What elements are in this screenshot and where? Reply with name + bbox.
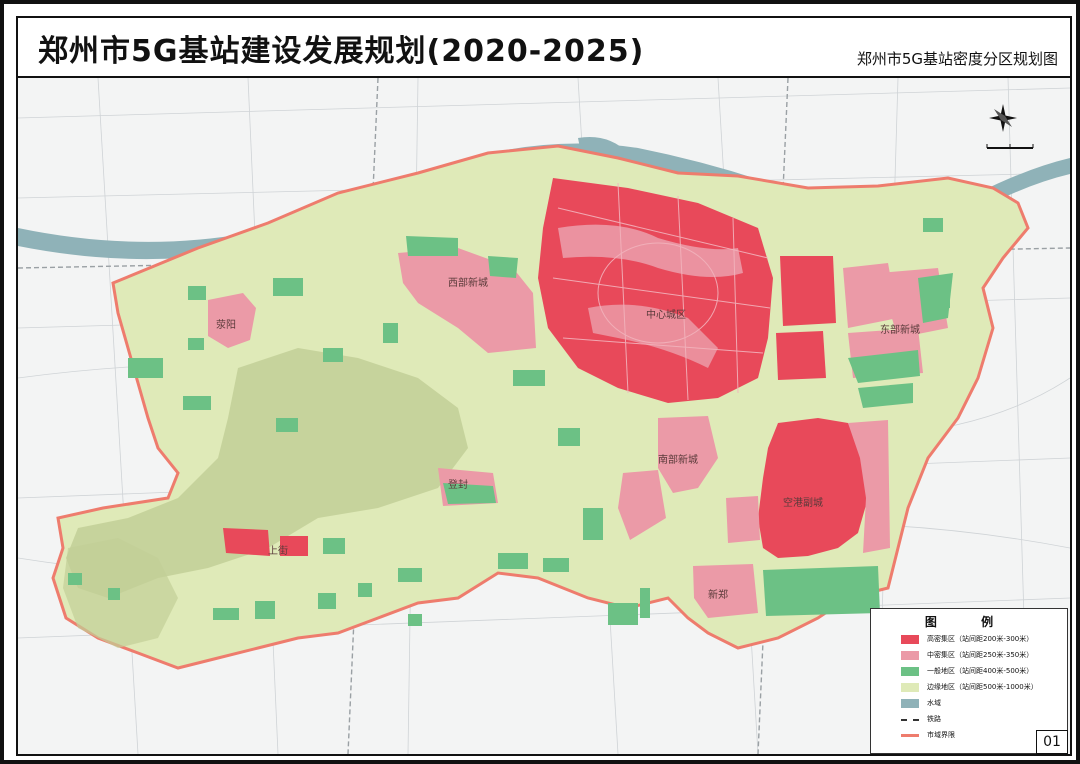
legend-label: 铁路 (927, 715, 941, 723)
label-south-newtown: 南部新城 (658, 453, 698, 466)
airport-mid-south (726, 496, 760, 543)
east-high-block-2 (776, 331, 826, 380)
legend-swatch (901, 699, 919, 708)
label-east-newtown: 东部新城 (880, 323, 920, 336)
legend-swatch (901, 651, 919, 660)
label-center-city: 中心城区 (646, 308, 686, 321)
map-sheet: 郑州市5G基站建设发展规划(2020-2025) 郑州市5G基站密度分区规划图 (16, 16, 1072, 756)
page-number: 01 (1036, 730, 1068, 754)
legend-title: 图 例 (924, 615, 1014, 629)
label-airport: 空港副城 (783, 496, 823, 509)
east-high-block-1 (780, 256, 836, 326)
legend-label: 一般地区（站间距400米-500米） (927, 667, 1034, 675)
main-title: 郑州市5G基站建设发展规划(2020-2025) (38, 34, 645, 69)
label-xinzheng: 新郑 (708, 588, 728, 601)
legend-label: 边缘地区（站间距500米-1000米） (927, 683, 1038, 691)
map-subtitle: 郑州市5G基站密度分区规划图 (856, 50, 1058, 68)
legend-swatch (901, 667, 919, 676)
label-west-town: 登封 (448, 478, 468, 491)
west-newtown-general-1 (406, 236, 458, 256)
map-frame: 郑州市5G基站建设发展规划(2020-2025) 郑州市5G基站密度分区规划图 (0, 0, 1080, 764)
legend-label: 中密集区（站间距250米-350米） (927, 651, 1034, 659)
airport-general-zone (763, 566, 880, 616)
legend-label: 市域界限 (927, 731, 955, 739)
west-newtown-general-2 (488, 256, 518, 278)
legend-swatch (901, 734, 919, 737)
label-shangjie: 上街 (268, 544, 288, 557)
legend-swatch (901, 635, 919, 644)
label-west-newtown: 西部新城 (448, 276, 488, 289)
label-xingyang: 荥阳 (216, 318, 236, 331)
title-bar: 郑州市5G基站建设发展规划(2020-2025) 郑州市5G基站密度分区规划图 (18, 18, 1070, 78)
legend-label: 水域 (927, 699, 941, 707)
legend-label: 高密集区（站间距200米-300米） (927, 635, 1034, 643)
shangjie-mid (223, 528, 270, 556)
legend-swatch (901, 683, 919, 692)
legend-swatch (901, 719, 919, 721)
airport-high-zone (758, 418, 868, 558)
